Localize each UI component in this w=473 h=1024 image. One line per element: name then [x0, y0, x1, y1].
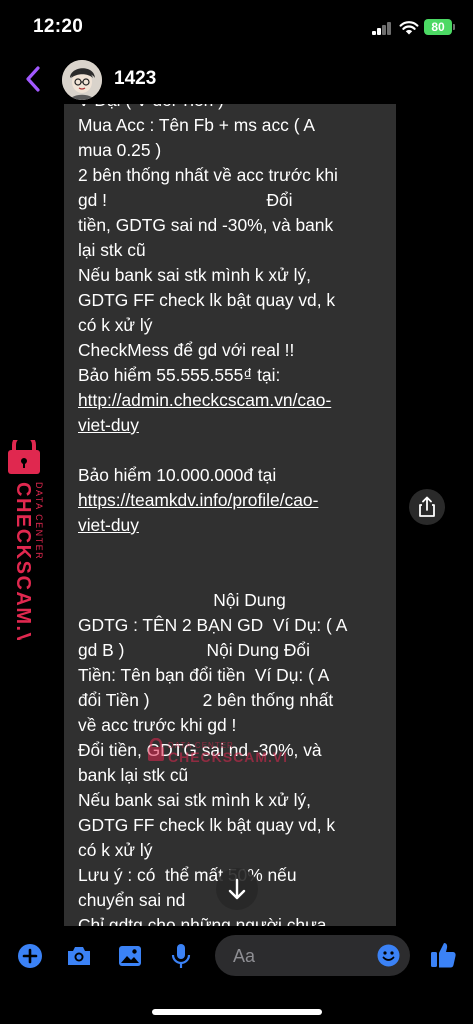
message-line: gd ! Đổi [78, 190, 293, 210]
battery-indicator: 80 [424, 19, 455, 35]
scroll-to-bottom-button[interactable] [216, 868, 258, 910]
message-line: có k xử lý [78, 315, 153, 335]
message-link[interactable]: viet-duy [78, 513, 388, 538]
message-line: GDTG : TÊN 2 BẠN GD Ví Dụ: ( A [78, 615, 348, 635]
wifi-icon [399, 21, 419, 35]
message-line: gd B ) Nội Dung Đổi [78, 640, 310, 660]
status-time: 12:20 [33, 16, 84, 37]
cellular-signal-icon [372, 22, 392, 35]
message-line: GDTG FF check lk bật quay vd, k [78, 815, 336, 835]
message-line: Nếu bank sai stk mình k xử lý, [78, 790, 311, 810]
avatar[interactable] [62, 60, 102, 100]
message-input[interactable]: Aa [215, 935, 410, 976]
status-bar: 12:20 80 [0, 0, 473, 56]
message-line: Nội Dung [78, 590, 286, 610]
message-line [78, 538, 388, 563]
watermark-center-brand-text: CHECKSCAM.VN [168, 749, 286, 765]
message-line: Nếu bank sai stk mình k xử lý, [78, 265, 311, 285]
contact-name[interactable]: 1423 [114, 68, 156, 90]
checkscam-watermark-center: DATA CENTER CHECKSCAM.VN [146, 737, 293, 768]
watermark-lock-icon: DATA CENTER CHECKSCAM.VN [148, 737, 293, 765]
chevron-left-icon[interactable] [22, 65, 44, 93]
message-line: 2 bên thống nhất về acc trước khi [78, 165, 338, 185]
message-line: CheckMess để gd với real !! [78, 340, 295, 360]
microphone-icon[interactable] [167, 942, 195, 970]
message-line: Tiền: Tên bạn đổi tiền Ví Dụ: ( A [78, 665, 330, 685]
message-line: tiền, GDTG sai nd -30%, và bank [78, 215, 334, 235]
message-line: đổi Tiền ) 2 bên thống nhất [78, 690, 334, 710]
message-line: Mua Acc : Tên Fb + ms acc ( A [78, 115, 315, 135]
plus-icon[interactable] [16, 942, 44, 970]
message-line: có k xử lý [78, 840, 153, 860]
emoji-icon[interactable] [376, 943, 401, 968]
avatar-illustration [62, 60, 102, 100]
message-line: mua 0.25 ) [78, 140, 162, 160]
message-link[interactable]: http://admin.checkcscam.vn/cao- [78, 388, 388, 413]
message-line [78, 438, 388, 463]
message-input-placeholder: Aa [233, 946, 256, 966]
message-line: về acc trước khi gd ! [78, 715, 237, 735]
chat-header: 1423 [0, 56, 473, 104]
message-line [78, 563, 388, 588]
message-link[interactable]: viet-duy [78, 413, 388, 438]
message-line: lại stk cũ [78, 240, 146, 260]
message-line: V Dại ( V đối Tiền ) [78, 104, 388, 113]
message-line: Bảo hiểm 55.555.555₫ tại: [78, 365, 281, 385]
camera-icon[interactable] [65, 942, 93, 970]
checkscam-watermark: CHECKSCAM.VN DATA CENTER [8, 440, 44, 640]
watermark-sub-text: DATA CENTER [34, 482, 44, 560]
message-line: Bảo hiểm 10.000.000đ tại [78, 465, 277, 485]
share-button[interactable] [409, 489, 445, 525]
home-indicator [152, 1009, 322, 1015]
message-area: V Dại ( V đối Tiền ) Mua Acc : Tên Fb + m… [64, 104, 396, 926]
message-bubble[interactable]: V Dại ( V đối Tiền ) Mua Acc : Tên Fb + m… [64, 104, 396, 926]
arrow-down-icon [228, 878, 246, 900]
thumbs-up-icon[interactable] [428, 940, 458, 970]
composer-toolbar: Aa [0, 930, 473, 982]
message-link[interactable]: https://teamkdv.info/profile/cao- [78, 488, 388, 513]
share-icon [419, 496, 435, 517]
message-line: Chỉ gdtg cho những người chưa [78, 915, 327, 926]
watermark-brand-text: CHECKSCAM.VN [12, 482, 34, 640]
message-line: GDTG FF check lk bật quay vd, k [78, 290, 336, 310]
image-icon[interactable] [116, 942, 144, 970]
